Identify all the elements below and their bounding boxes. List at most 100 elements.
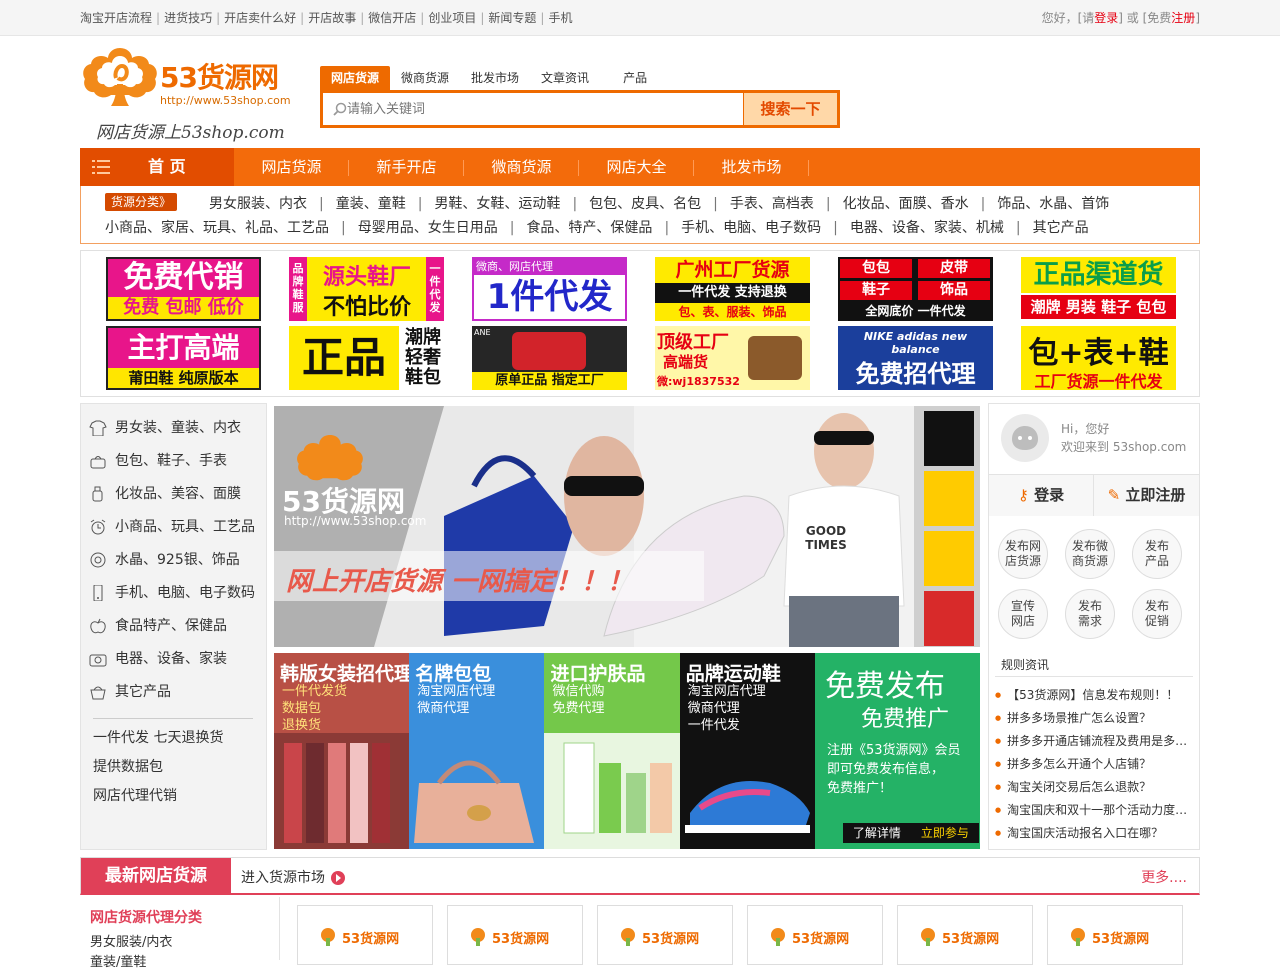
search-tab[interactable]: 文章资讯 xyxy=(530,66,600,90)
category-link[interactable]: 饰品、水晶、首饰 xyxy=(997,196,1109,212)
category-link[interactable]: 母婴用品、女生日用品 xyxy=(358,220,498,236)
top-register-link[interactable]: 注册 xyxy=(1171,11,1195,25)
left-extra-link[interactable]: 网店代理代销 xyxy=(93,785,177,805)
left-category-item[interactable]: 男女装、童装、内衣 xyxy=(89,413,241,443)
category-link[interactable]: 小商品、家居、玩具、礼品、工艺品 xyxy=(105,220,329,236)
category-link[interactable]: 手表、高档表 xyxy=(730,196,814,212)
nav-item[interactable]: 网店货源 xyxy=(234,148,349,186)
left-extra-link[interactable]: 一件代发 七天退换货 xyxy=(93,727,223,747)
rule-link[interactable]: 【53货源网】信息发布规则！！ xyxy=(995,684,1195,707)
tile-sneakers[interactable]: 品牌运动鞋 淘宝网店代理 微商代理 一件代发 xyxy=(679,653,815,849)
category-link[interactable]: 男鞋、女鞋、运动鞋 xyxy=(434,196,560,212)
product-card[interactable]: 53货源网 xyxy=(297,905,433,965)
rule-link[interactable]: 拼多多怎么开通个人店铺？ xyxy=(995,753,1195,776)
quick-action-button[interactable]: 发布 需求 xyxy=(1065,589,1115,639)
product-card[interactable]: 53货源网 xyxy=(447,905,583,965)
search-tab[interactable]: 批发市场 xyxy=(460,66,530,90)
nav-item[interactable]: 批发市场 xyxy=(694,148,809,186)
ad-text: 1件代发 xyxy=(486,277,613,317)
bottom-category-item[interactable]: 男女服装/内衣 xyxy=(90,931,172,950)
ad-text: 免费代销 xyxy=(108,259,259,297)
nav-home[interactable]: 首 页 xyxy=(80,148,234,186)
ad-sneakers[interactable]: NIKE adidas new balance 免费招代理 xyxy=(838,326,993,390)
enter-market-link[interactable]: 进入货源市场 xyxy=(241,867,345,887)
left-category-item[interactable]: 食品特产、保健品 xyxy=(89,611,227,641)
sidebar-register-button[interactable]: ✎ 立即注册 xyxy=(1094,475,1199,516)
separator: | xyxy=(341,220,346,236)
top-link[interactable]: 微信开店 xyxy=(368,11,416,25)
top-link[interactable]: 进货技巧 xyxy=(164,11,212,25)
ad-original-factory[interactable]: ANE 原单正品 指定工厂 xyxy=(472,326,627,390)
rule-link[interactable]: 拼多多开通店铺流程及费用是多少？ xyxy=(995,730,1195,753)
rule-link[interactable]: 淘宝国庆活动报名入口在哪？ xyxy=(995,822,1195,845)
join-now-button[interactable]: 立即参与 xyxy=(910,823,979,843)
category-link[interactable]: 电器、设备、家装、机械 xyxy=(850,220,1004,236)
left-category-item[interactable]: 其它产品 xyxy=(89,677,171,707)
search-input[interactable] xyxy=(347,95,737,123)
category-link[interactable]: 童装、童鞋 xyxy=(336,196,406,212)
left-category-item[interactable]: 小商品、玩具、工艺品 xyxy=(89,512,255,542)
top-link[interactable]: 手机 xyxy=(548,11,572,25)
card-logo: 53货源网 xyxy=(792,932,850,947)
ad-shoe-factory[interactable]: 品牌鞋服 源头鞋厂 不怕比价 一件代发 xyxy=(289,257,444,321)
ad-top-factory[interactable]: 顶级工厂 高端货 微:wj1837532 xyxy=(655,326,810,390)
product-card[interactable]: 53货源网 xyxy=(747,905,883,965)
left-category-item[interactable]: 电器、设备、家装 xyxy=(89,644,227,674)
ad-bag-watch-shoe[interactable]: 包+表+鞋 工厂货源一件代发 xyxy=(1021,326,1176,390)
rule-link[interactable]: 拼多多场景推广怎么设置？ xyxy=(995,707,1195,730)
search-tab[interactable]: 微商货源 xyxy=(390,66,460,90)
left-extra-link[interactable]: 提供数据包 xyxy=(93,756,163,776)
site-logo[interactable]: 53货源网 http://www.53shop.com 网店货源上53shop.… xyxy=(80,40,291,143)
more-link[interactable]: 更多.... xyxy=(1141,867,1187,887)
category-link[interactable]: 手机、电脑、电子数码 xyxy=(681,220,821,236)
category-link[interactable]: 包包、皮具、名包 xyxy=(589,196,701,212)
tile-free-publish[interactable]: 免费发布 免费推广 注册《53货源网》会员 即可免费发布信息， 免费推广！ 了解详情… xyxy=(814,653,980,849)
category-link[interactable]: 化妆品、面膜、香水 xyxy=(843,196,969,212)
ad-one-piece[interactable]: 微商、网店代理 1件代发 xyxy=(472,257,627,321)
quick-action-button[interactable]: 发布 产品 xyxy=(1132,529,1182,579)
left-category-item[interactable]: 手机、电脑、电子数码 xyxy=(89,578,255,608)
tile-skincare[interactable]: 进口护肤品 微信代购 免费代理 xyxy=(544,653,680,849)
hero-banner[interactable]: 53货源网 http://www.53shop.com 网上开店货源 一网搞定！… xyxy=(274,406,980,647)
nav-item[interactable]: 网店大全 xyxy=(579,148,694,186)
learn-more-button[interactable]: 了解详情 xyxy=(842,823,911,843)
rule-link[interactable]: 淘宝国庆和双十一那个活动力度大？ xyxy=(995,799,1195,822)
product-card[interactable]: 53货源网 xyxy=(597,905,733,965)
quick-action-button[interactable]: 发布 促销 xyxy=(1132,589,1182,639)
bottom-category-item[interactable]: 童装/童鞋 xyxy=(90,951,146,970)
top-link[interactable]: 新闻专题 xyxy=(488,11,536,25)
top-link[interactable]: 开店故事 xyxy=(308,11,356,25)
quick-action-button[interactable]: 发布微 商货源 xyxy=(1065,529,1115,579)
top-link[interactable]: 创业项目 xyxy=(428,11,476,25)
category-link[interactable]: 其它产品 xyxy=(1033,220,1089,236)
left-category-label: 小商品、玩具、工艺品 xyxy=(115,519,255,535)
nav-item[interactable]: 新手开店 xyxy=(349,148,464,186)
left-category-item[interactable]: 化妆品、美容、面膜 xyxy=(89,479,241,509)
ad-genuine-brand[interactable]: 正品 潮牌 轻奢 鞋包 xyxy=(289,326,444,390)
ad-genuine[interactable]: 正品渠道货 潮牌 男装 鞋子 包包 xyxy=(1021,257,1176,321)
left-category-item[interactable]: 水晶、925银、饰品 xyxy=(89,545,240,575)
tile-brand-bags[interactable]: 名牌包包 淘宝网店代理 微商代理 xyxy=(409,653,545,849)
ad-guangzhou[interactable]: 广州工厂货源 一件代发 支持退换 包、表、服装、饰品 xyxy=(655,257,810,321)
sidebar-login-button[interactable]: ⚷ 登录 xyxy=(989,475,1094,516)
nav-item[interactable]: 微商货源 xyxy=(464,148,579,186)
left-category-item[interactable]: 包包、鞋子、手表 xyxy=(89,446,227,476)
category-link[interactable]: 食品、特产、保健品 xyxy=(526,220,652,236)
quick-action-button[interactable]: 发布网 店货源 xyxy=(998,529,1048,579)
card-logo: 53货源网 xyxy=(942,932,1000,947)
ad-bags-belts[interactable]: 包包 皮带 鞋子 饰品 全网底价 一件代发 xyxy=(838,257,993,321)
top-link[interactable]: 淘宝开店流程 xyxy=(80,11,152,25)
tile-womens-clothing[interactable]: 韩版女装招代理 一件代发货 数据包 退换货 xyxy=(274,653,410,849)
rule-link[interactable]: 淘宝关闭交易后怎么退款？ xyxy=(995,776,1195,799)
quick-action-button[interactable]: 宣传 网店 xyxy=(998,589,1048,639)
search-tab[interactable]: 产品 xyxy=(612,66,658,90)
ad-high-end[interactable]: 主打高端 莆田鞋 纯原版本 xyxy=(106,326,261,390)
product-card[interactable]: 53货源网 xyxy=(1047,905,1183,965)
ad-free-consign[interactable]: 免费代销 免费 包邮 低价 xyxy=(106,257,261,321)
category-link[interactable]: 男女服装、内衣 xyxy=(209,196,307,212)
product-card[interactable]: 53货源网 xyxy=(897,905,1033,965)
top-login-link[interactable]: 登录 xyxy=(1094,11,1118,25)
search-tab[interactable]: 网店货源 xyxy=(320,66,391,90)
top-link[interactable]: 开店卖什么好 xyxy=(224,11,296,25)
search-button[interactable]: 搜索一下 xyxy=(743,93,837,125)
